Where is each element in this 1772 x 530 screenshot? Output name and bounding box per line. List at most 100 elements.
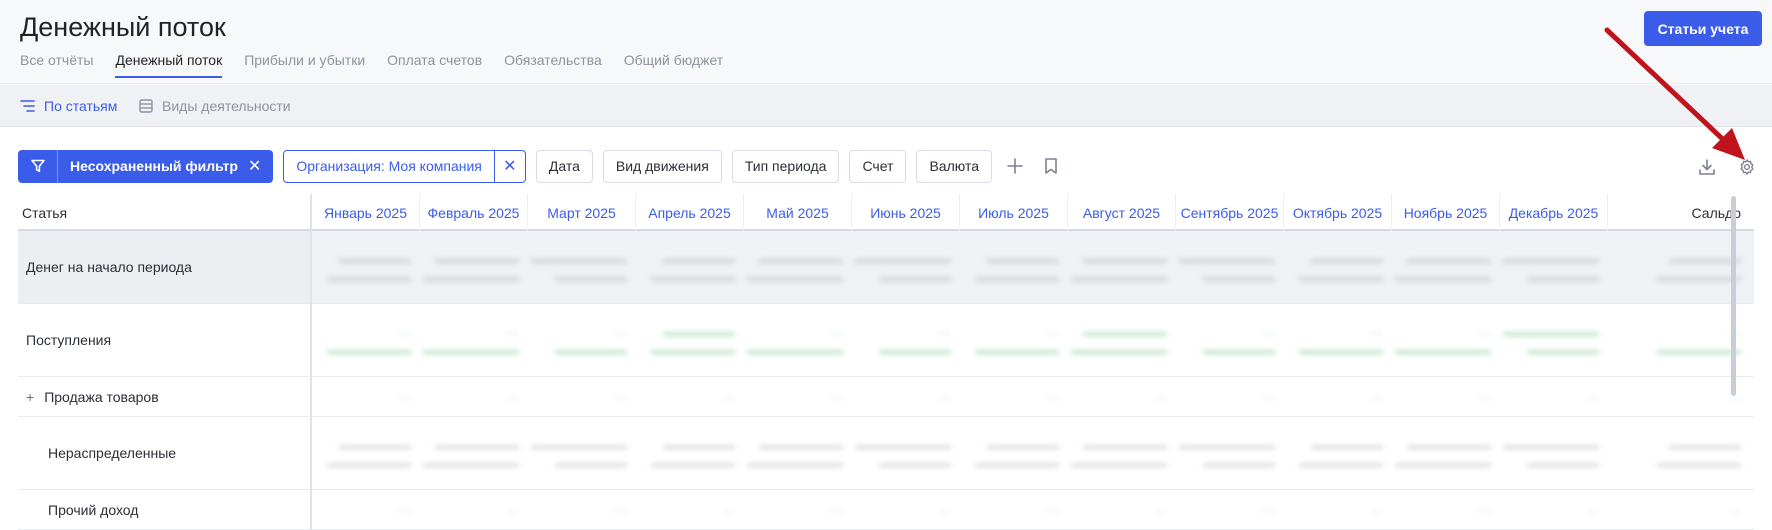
- obscured-cell-value: —: [1067, 377, 1175, 417]
- tab-invoice-payments[interactable]: Оплата счетов: [387, 52, 482, 78]
- obscured-cell-value: ▬▬▬▬▬▬▬▬ ▬▬▬▬▬▬: [527, 231, 635, 304]
- obscured-text: —: [507, 390, 519, 404]
- obscured-text: —: [615, 390, 627, 404]
- obscured-cell-value: —: [1067, 490, 1175, 530]
- obscured-cell-value: — ▬▬▬▬▬▬: [1175, 304, 1283, 377]
- row-label: Нераспределенные: [18, 417, 310, 489]
- obscured-text: ▬▬▬▬▬▬▬▬: [855, 437, 951, 452]
- row-label: + Продажа товаров: [18, 377, 310, 416]
- obscured-text: ▬▬▬▬▬▬▬▬: [423, 342, 519, 357]
- obscured-text: —: [507, 324, 519, 339]
- obscured-text: ▬▬▬▬▬▬▬: [759, 251, 843, 266]
- column-header-month[interactable]: Сентябрь 2025: [1175, 194, 1283, 231]
- funnel-icon[interactable]: [18, 149, 58, 183]
- obscured-cell-value: ▬▬▬▬▬▬ ▬▬▬▬▬▬▬: [311, 417, 419, 490]
- obscured-text: ▬▬▬▬▬▬: [879, 455, 951, 470]
- bookmark-icon[interactable]: [1038, 153, 1064, 179]
- obscured-text: —: [939, 390, 951, 404]
- obscured-text: ▬▬▬▬▬▬▬: [651, 342, 735, 357]
- close-icon[interactable]: ✕: [244, 150, 273, 183]
- column-header-month[interactable]: Декабрь 2025: [1499, 194, 1607, 231]
- obscured-cell-value: — ▬▬▬▬▬▬▬: [1283, 304, 1391, 377]
- vertical-scrollbar[interactable]: [1731, 196, 1736, 396]
- obscured-text: ▬▬▬▬▬▬▬▬: [423, 455, 519, 470]
- obscured-cell-value: ▬▬▬▬▬▬▬ ▬▬▬▬▬▬▬▬: [1067, 417, 1175, 490]
- tab-cash-flow[interactable]: Денежный поток: [115, 52, 223, 78]
- plus-icon[interactable]: [1002, 153, 1028, 179]
- obscured-cell-value: — ▬▬▬▬▬▬: [851, 304, 959, 377]
- obscured-cell-value: ▬▬▬▬▬▬ ▬▬▬▬▬▬▬: [635, 417, 743, 490]
- column-header-month[interactable]: Февраль 2025: [419, 194, 527, 231]
- obscured-text: ▬▬▬▬▬▬▬: [1657, 342, 1741, 357]
- obscured-text: —: [1371, 503, 1383, 517]
- obscured-text: —: [1263, 324, 1275, 339]
- obscured-cell-value: —: [959, 490, 1067, 530]
- obscured-text: —: [723, 390, 735, 404]
- tab-profit-loss[interactable]: Прибыли и убытки: [244, 52, 365, 78]
- row-label-text: Прочий доход: [48, 501, 139, 518]
- filter-chip-period-type[interactable]: Тип периода: [731, 149, 840, 183]
- obscured-text: —: [1587, 390, 1599, 404]
- obscured-cell-value: ▬▬▬▬▬▬▬▬ ▬▬▬▬▬▬: [851, 231, 959, 304]
- organization-filter-label: Организация: Моя компания: [284, 150, 495, 182]
- column-header-article[interactable]: Статья: [18, 194, 311, 231]
- obscured-text: ▬▬▬▬▬▬: [555, 342, 627, 357]
- obscured-cell-value: ▬▬▬▬▬▬▬▬ ▬▬▬▬▬▬: [1175, 417, 1283, 490]
- obscured-cell-value: —: [527, 377, 635, 417]
- gear-icon[interactable]: [1734, 154, 1760, 180]
- obscured-text: ▬▬▬▬▬▬▬: [975, 455, 1059, 470]
- subtab-by-articles[interactable]: По статьям: [20, 98, 117, 114]
- obscured-text: ▬▬▬▬▬▬: [879, 269, 951, 284]
- filter-chip-account[interactable]: Счет: [849, 149, 907, 183]
- obscured-cell-value: ▬▬▬▬▬▬ ▬▬▬▬▬▬▬: [635, 231, 743, 304]
- obscured-text: ▬▬▬▬▬▬▬▬: [1395, 455, 1491, 470]
- obscured-text: —: [831, 324, 843, 339]
- column-header-balance[interactable]: Сальдо: [1607, 194, 1749, 231]
- download-icon[interactable]: [1694, 154, 1720, 180]
- column-header-month[interactable]: Август 2025: [1067, 194, 1175, 231]
- column-header-month[interactable]: Март 2025: [527, 194, 635, 231]
- obscured-text: —: [615, 324, 627, 339]
- column-header-month[interactable]: Июнь 2025: [851, 194, 959, 231]
- obscured-cell-value: —: [743, 490, 851, 530]
- column-header-month[interactable]: Ноябрь 2025: [1391, 194, 1499, 231]
- obscured-text: ▬▬▬▬▬▬: [663, 324, 735, 339]
- filter-chip-date[interactable]: Дата: [535, 149, 593, 183]
- tab-liabilities[interactable]: Обязательства: [504, 52, 602, 78]
- obscured-text: ▬▬▬▬▬▬▬: [759, 437, 843, 452]
- obscured-text: ▬▬▬▬▬▬: [555, 455, 627, 470]
- column-header-month[interactable]: Январь 2025: [311, 194, 419, 231]
- obscured-text: ▬▬▬▬▬▬: [987, 437, 1059, 452]
- obscured-text: ▬▬▬▬▬▬▬: [1083, 324, 1167, 339]
- obscured-text: —: [1047, 503, 1059, 517]
- obscured-cell-value: —: [851, 377, 959, 417]
- row-label: Прочий доход: [18, 490, 310, 529]
- obscured-text: —: [723, 503, 735, 517]
- obscured-text: ▬▬▬▬▬▬: [1527, 269, 1599, 284]
- obscured-cell-value: ▬▬▬▬▬▬ ▬▬▬▬▬▬▬: [1607, 231, 1749, 304]
- obscured-text: ▬▬▬▬▬▬▬: [1083, 251, 1167, 266]
- obscured-text: ▬▬▬▬▬▬▬▬: [1179, 437, 1275, 452]
- filter-chip-currency[interactable]: Валюта: [916, 149, 992, 183]
- close-icon[interactable]: ✕: [495, 151, 525, 182]
- column-header-month[interactable]: Июль 2025: [959, 194, 1067, 231]
- organization-filter-chip[interactable]: Организация: Моя компания ✕: [283, 149, 526, 183]
- tab-all-reports[interactable]: Все отчёты: [20, 52, 93, 78]
- obscured-cell-value: ▬▬▬▬▬▬ ▬▬▬▬▬▬▬: [1607, 417, 1749, 490]
- unsaved-filter-button[interactable]: Несохраненный фильтр ✕: [18, 149, 274, 183]
- expand-plus-icon[interactable]: +: [26, 389, 34, 405]
- accounts-button[interactable]: Статьи учета: [1644, 11, 1762, 46]
- obscured-text: —: [1479, 503, 1491, 517]
- tab-general-budget[interactable]: Общий бюджет: [624, 52, 723, 78]
- obscured-cell-value: ▬▬▬▬▬▬▬ ▬▬▬▬▬▬▬▬: [419, 231, 527, 304]
- row-label-text: Денег на начало периода: [26, 259, 192, 275]
- obscured-text: ▬▬▬▬▬▬▬▬: [1395, 342, 1491, 357]
- subtab-by-activity[interactable]: Виды деятельности: [138, 98, 291, 114]
- column-header-month[interactable]: Май 2025: [743, 194, 851, 231]
- column-header-month[interactable]: Октябрь 2025: [1283, 194, 1391, 231]
- filter-chip-movement-type[interactable]: Вид движения: [602, 149, 722, 183]
- obscured-text: ▬▬▬▬▬▬▬▬: [1503, 324, 1599, 339]
- obscured-text: ▬▬▬▬▬▬: [339, 251, 411, 266]
- column-header-month[interactable]: Апрель 2025: [635, 194, 743, 231]
- obscured-text: ▬▬▬▬▬▬▬▬: [1071, 342, 1167, 357]
